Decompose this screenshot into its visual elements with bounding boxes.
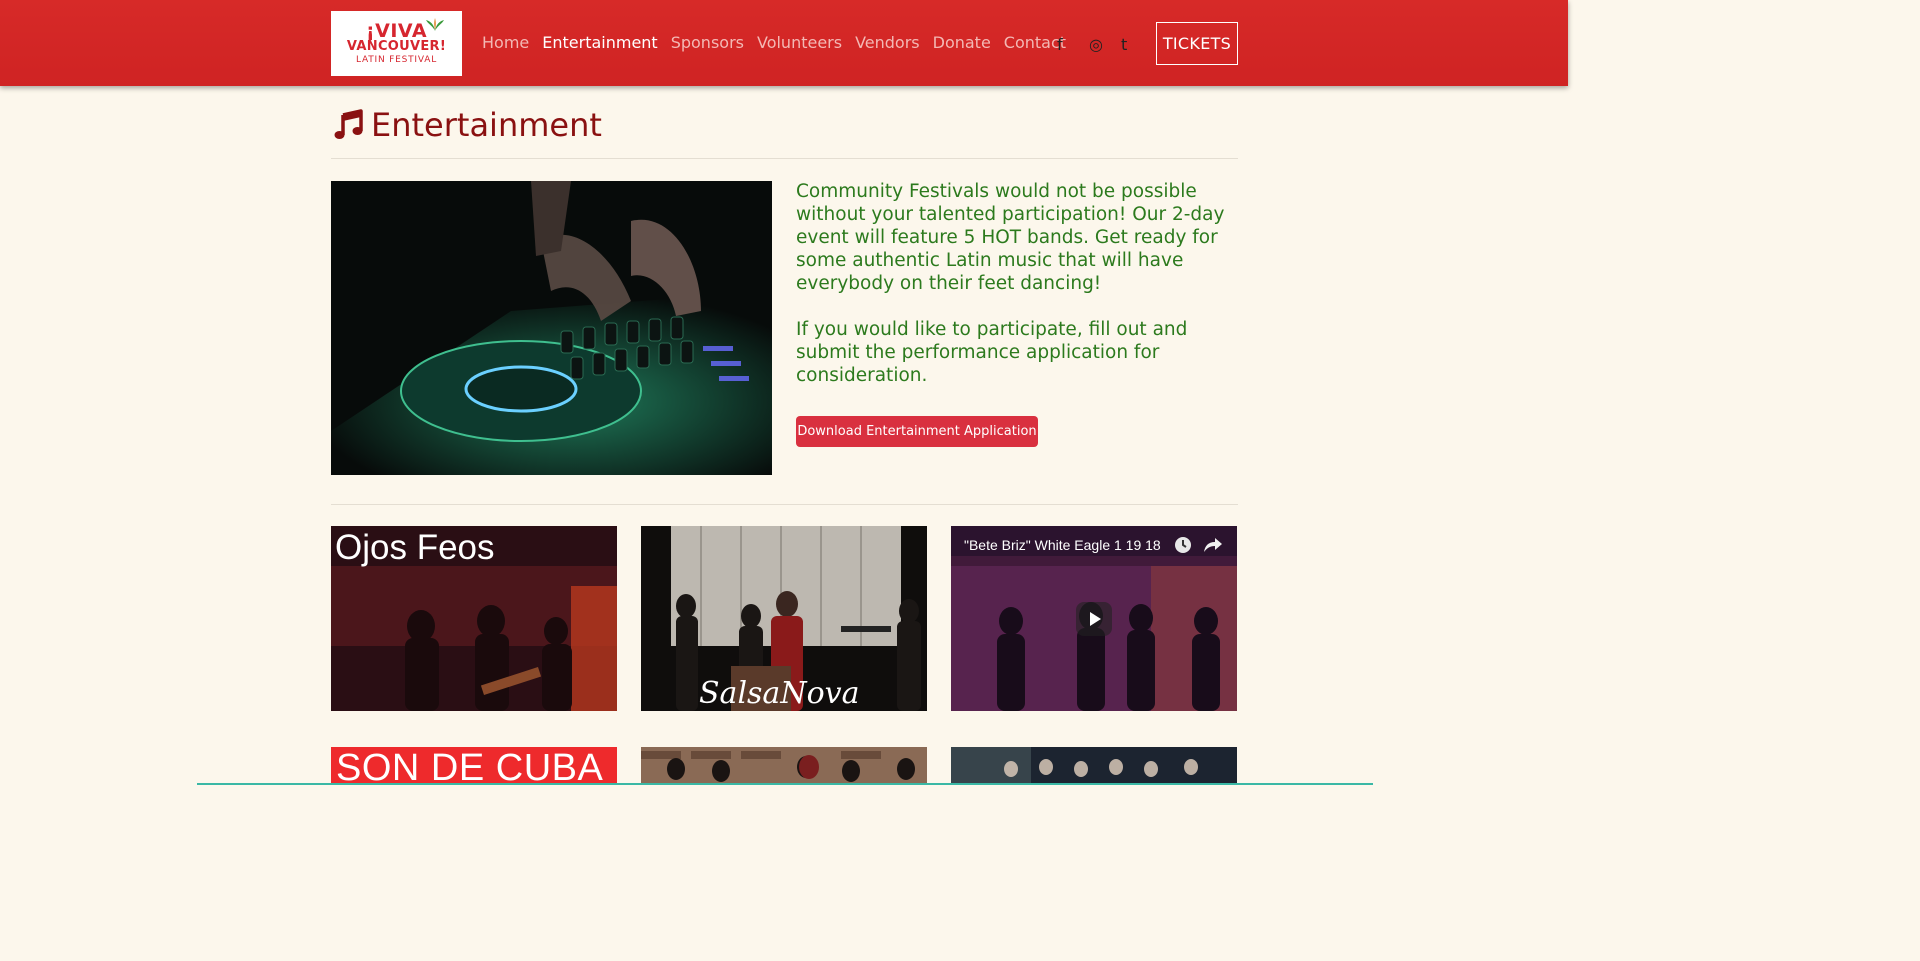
instagram-icon[interactable]: ◎ (1089, 35, 1103, 54)
nav-entertainment[interactable]: Entertainment (542, 30, 657, 56)
nav-home[interactable]: Home (482, 30, 529, 56)
dj-mixer-image (331, 181, 772, 475)
band-label-salsanova: SalsaNova (699, 676, 860, 711)
share-icon[interactable] (1203, 536, 1223, 554)
intro-paragraph-1: Community Festivals would not be possibl… (796, 181, 1225, 294)
logo-line-3: LATIN FESTIVAL (355, 54, 438, 65)
band-label-ojos-feos: Ojos Feos (335, 528, 495, 567)
intro-text: Community Festivals would not be possibl… (796, 180, 1226, 410)
main-nav: Home Entertainment Sponsors Volunteers V… (482, 30, 1079, 56)
nav-donate[interactable]: Donate (933, 30, 991, 56)
nav-vendors[interactable]: Vendors (855, 30, 920, 56)
leaf-decoration-icon (426, 18, 444, 31)
band-card-ojos-feos[interactable]: Ojos Feos (331, 526, 617, 711)
nav-sponsors[interactable]: Sponsors (671, 30, 744, 56)
video-title: "Bete Briz" White Eagle 1 19 18 (964, 537, 1161, 553)
divider (331, 504, 1238, 505)
logo-line-1: ¡VIVA (365, 19, 428, 42)
band-card-5[interactable] (641, 747, 927, 785)
festival-logo[interactable]: ¡VIVA VANCOUVER! LATIN FESTIVAL (331, 11, 462, 76)
band-card-bete-briz-video[interactable]: "Bete Briz" White Eagle 1 19 18 (951, 526, 1237, 711)
music-note-icon (334, 109, 363, 139)
footer-edge-line (197, 783, 1373, 785)
facebook-icon[interactable]: f (1057, 35, 1063, 54)
divider (331, 158, 1238, 159)
dj-mixer-illustration (331, 181, 772, 475)
twitter-icon[interactable]: t (1121, 35, 1127, 54)
band-5-photo (641, 747, 927, 785)
band-label-son-de-cuba: SON DE CUBA (336, 747, 604, 785)
top-navbar: ¡VIVA VANCOUVER! LATIN FESTIVAL Home Ent… (0, 0, 1568, 86)
page-title: Entertainment (371, 106, 602, 144)
band-card-son-de-cuba[interactable]: SON DE CUBA (331, 747, 617, 785)
download-application-button[interactable]: Download Entertainment Application (796, 416, 1038, 447)
play-button-icon[interactable] (1076, 602, 1112, 636)
nav-volunteers[interactable]: Volunteers (757, 30, 842, 56)
tickets-button[interactable]: TICKETS (1156, 22, 1238, 65)
logo-line-2: VANCOUVER! (346, 38, 447, 54)
page-heading: Entertainment (333, 106, 602, 144)
intro-paragraph-2: If you would like to participate, fill o… (796, 319, 1188, 386)
band-card-salsanova[interactable]: SalsaNova (641, 526, 927, 711)
band-6-photo (951, 747, 1237, 785)
watch-later-icon[interactable] (1174, 536, 1192, 554)
band-card-6[interactable] (951, 747, 1237, 785)
